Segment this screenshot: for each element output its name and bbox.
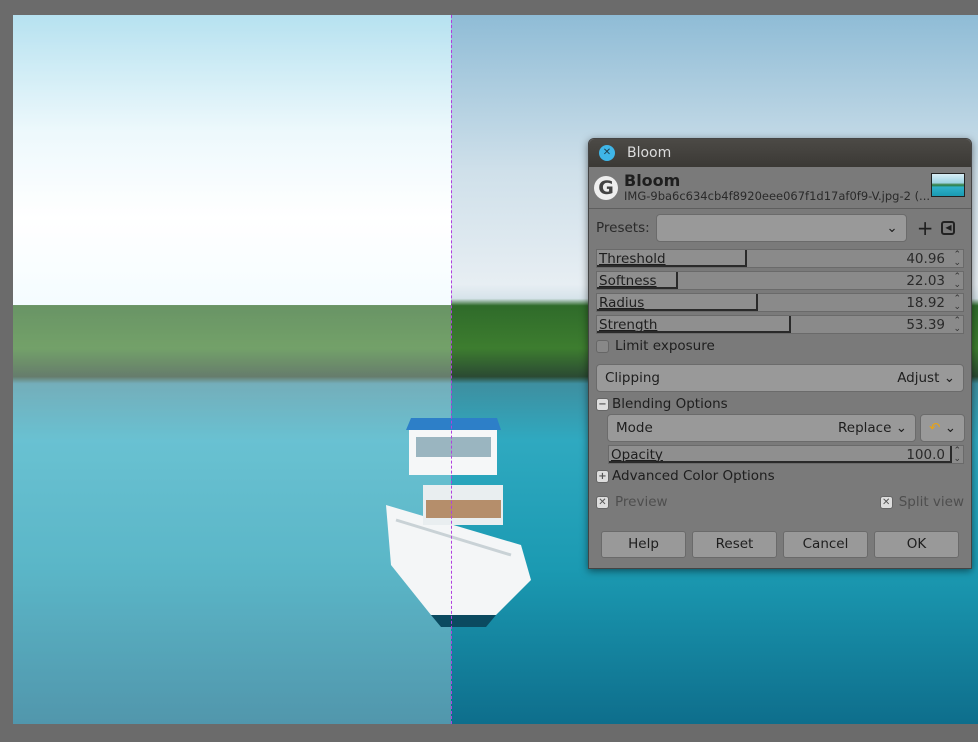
checkbox-checked-icon: ✕ bbox=[879, 495, 893, 509]
slider-label: Strength bbox=[599, 316, 658, 333]
split-view-line[interactable] bbox=[451, 15, 452, 724]
spin-arrows-icon[interactable]: ⌃ ⌄ bbox=[953, 316, 961, 333]
slider-strength[interactable]: Strength 53.39 ⌃ ⌄ bbox=[596, 315, 964, 334]
composite-icon: ↶ bbox=[929, 420, 941, 436]
preset-menu-icon[interactable]: ◀ bbox=[941, 221, 956, 235]
slider-value: 22.03 bbox=[906, 272, 945, 289]
image-thumbnail bbox=[931, 173, 965, 197]
dialog-titlebar[interactable]: ✕ Bloom bbox=[589, 139, 971, 167]
help-button[interactable]: Help bbox=[601, 531, 686, 558]
ok-button[interactable]: OK bbox=[874, 531, 959, 558]
filter-name: Bloom bbox=[624, 171, 681, 190]
opacity-slider[interactable]: Opacity 100.0 ⌃ ⌄ bbox=[608, 445, 964, 464]
composite-mode-dropdown[interactable]: ↶ ⌄ bbox=[920, 414, 965, 442]
blend-mode-dropdown[interactable]: Mode Replace ⌄ bbox=[607, 414, 916, 442]
image-file-name: IMG-9ba6c634cb4f8920eee067f1d17af0f9-V.j… bbox=[624, 189, 931, 203]
presets-label: Presets: bbox=[596, 220, 650, 236]
slider-value: 18.92 bbox=[906, 294, 945, 311]
filter-header: G Bloom IMG-9ba6c634cb4f8920eee067f1d17a… bbox=[589, 167, 971, 209]
chevron-down-icon: ⌄ bbox=[944, 420, 956, 436]
limit-exposure-checkbox[interactable]: Limit exposure bbox=[596, 338, 964, 354]
dialog-title: Bloom bbox=[627, 145, 672, 161]
cancel-button[interactable]: Cancel bbox=[783, 531, 868, 558]
slider-threshold[interactable]: Threshold 40.96 ⌃ ⌄ bbox=[596, 249, 964, 268]
spin-arrows-icon[interactable]: ⌃ ⌄ bbox=[953, 272, 961, 289]
checkbox-icon bbox=[596, 339, 609, 353]
blending-options-expander[interactable]: − Blending Options bbox=[596, 396, 964, 412]
spin-arrows-icon[interactable]: ⌃ ⌄ bbox=[953, 446, 961, 463]
split-view-checkbox[interactable]: ✕ Split view bbox=[879, 494, 964, 510]
bloom-dialog: ✕ Bloom G Bloom IMG-9ba6c634cb4f8920eee0… bbox=[588, 138, 972, 569]
add-preset-icon[interactable]: + bbox=[917, 216, 934, 240]
checkbox-checked-icon: ✕ bbox=[596, 495, 609, 509]
slider-label: Threshold bbox=[599, 250, 666, 267]
chevron-down-icon: ⌄ bbox=[943, 370, 955, 386]
slider-radius[interactable]: Radius 18.92 ⌃ ⌄ bbox=[596, 293, 964, 312]
slider-value: 40.96 bbox=[906, 250, 945, 267]
chevron-down-icon: ⌄ bbox=[895, 420, 907, 436]
slider-label: Softness bbox=[599, 272, 657, 289]
clipping-dropdown[interactable]: Clipping Adjust ⌄ bbox=[596, 364, 964, 392]
slider-softness[interactable]: Softness 22.03 ⌃ ⌄ bbox=[596, 271, 964, 290]
spin-arrows-icon[interactable]: ⌃ ⌄ bbox=[953, 250, 961, 267]
advanced-color-options-expander[interactable]: + Advanced Color Options bbox=[596, 468, 964, 484]
reset-button[interactable]: Reset bbox=[692, 531, 777, 558]
spin-arrows-icon[interactable]: ⌃ ⌄ bbox=[953, 294, 961, 311]
expand-icon: + bbox=[596, 469, 609, 483]
chevron-down-icon: ⌄ bbox=[886, 220, 898, 236]
gegl-logo-icon: G bbox=[594, 175, 618, 200]
close-icon[interactable]: ✕ bbox=[599, 145, 615, 161]
slider-label: Radius bbox=[599, 294, 645, 311]
slider-value: 53.39 bbox=[906, 316, 945, 333]
presets-dropdown[interactable]: ⌄ bbox=[655, 214, 907, 242]
collapse-icon: − bbox=[596, 397, 609, 411]
presets-row: Presets: ⌄ + ◀ bbox=[596, 214, 964, 242]
boat bbox=[386, 418, 531, 627]
